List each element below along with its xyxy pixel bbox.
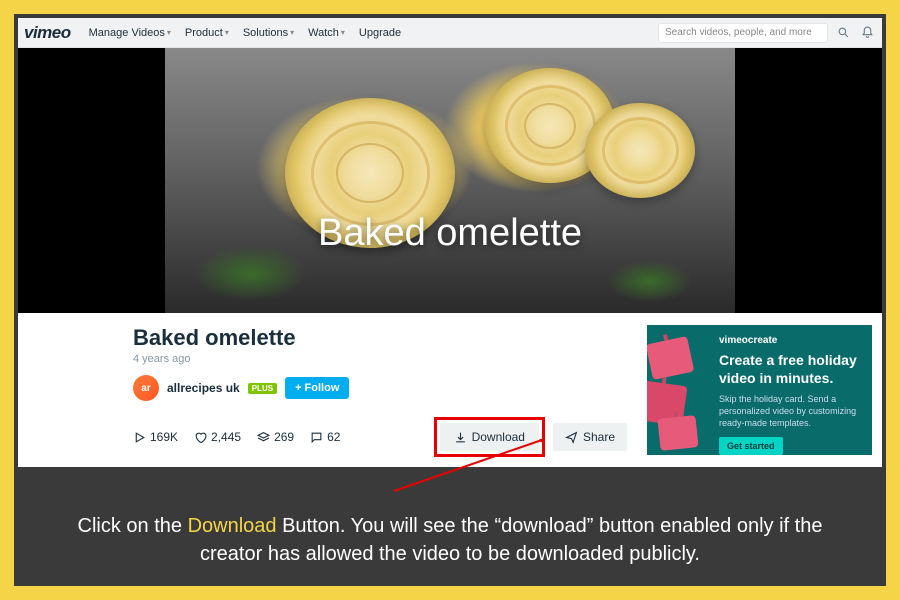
channel-row: ar allrecipes uk PLUS + Follow	[133, 375, 627, 401]
plus-badge: PLUS	[248, 383, 277, 394]
search-placeholder: Search videos, people, and more	[665, 27, 812, 38]
top-nav-bar: vimeo Manage Videos▾ Product▾ Solutions▾…	[18, 18, 882, 48]
channel-avatar[interactable]: ar	[133, 375, 159, 401]
annotation-arrow-icon	[384, 439, 544, 499]
tutorial-caption-area: Click on the Download Button. You will s…	[14, 467, 886, 586]
nav-label: Solutions	[243, 27, 288, 39]
gift-icon	[657, 415, 698, 451]
promo-cta-button[interactable]: Get started	[719, 437, 783, 455]
tutorial-frame: vimeo Manage Videos▾ Product▾ Solutions▾…	[0, 0, 900, 600]
nav-label: Product	[185, 27, 223, 39]
topbar-right: Search videos, people, and more	[658, 23, 876, 43]
nav-manage-videos[interactable]: Manage Videos▾	[89, 27, 171, 39]
tutorial-caption: Click on the Download Button. You will s…	[54, 512, 846, 568]
video-overlay-title: Baked omelette	[165, 212, 735, 255]
stat-collections[interactable]: 269	[257, 430, 294, 444]
nav-watch[interactable]: Watch▾	[308, 27, 345, 39]
gift-icon	[647, 336, 694, 380]
stats-row: 169K 2,445 269 62	[133, 417, 627, 457]
stat-value: 62	[327, 430, 340, 444]
bell-icon[interactable]	[858, 24, 876, 42]
meta-column: Baked omelette 4 years ago ar allrecipes…	[18, 325, 647, 457]
nav-product[interactable]: Product▾	[185, 27, 229, 39]
stat-value: 169K	[150, 430, 178, 444]
main-nav: Manage Videos▾ Product▾ Solutions▾ Watch…	[89, 27, 401, 39]
stat-comments[interactable]: 62	[310, 430, 340, 444]
layers-icon	[257, 431, 270, 444]
stat-likes[interactable]: 2,445	[194, 430, 241, 444]
video-title: Baked omelette	[133, 325, 627, 351]
heart-icon	[194, 431, 207, 444]
nav-label: Upgrade	[359, 27, 401, 39]
video-player[interactable]: Baked omelette	[18, 48, 882, 313]
search-input[interactable]: Search videos, people, and more	[658, 23, 828, 43]
nav-upgrade[interactable]: Upgrade	[359, 27, 401, 39]
share-button[interactable]: Share	[553, 423, 627, 451]
stat-plays[interactable]: 169K	[133, 430, 178, 444]
promo-body: Skip the holiday card. Send a personaliz…	[719, 393, 860, 429]
promo-headline: Create a free holiday video in minutes.	[719, 352, 860, 387]
food-roll	[585, 103, 695, 198]
stat-value: 269	[274, 430, 294, 444]
nav-label: Manage Videos	[89, 27, 165, 39]
caption-pre: Click on the	[78, 515, 188, 537]
share-label: Share	[583, 430, 615, 444]
caption-highlight: Download	[188, 515, 277, 537]
video-thumbnail: Baked omelette	[165, 48, 735, 313]
play-icon	[133, 431, 146, 444]
follow-button[interactable]: + Follow	[285, 377, 349, 399]
channel-name[interactable]: allrecipes uk	[167, 381, 240, 395]
promo-art	[647, 335, 709, 445]
chevron-down-icon: ▾	[167, 28, 171, 37]
nav-label: Watch	[308, 27, 339, 39]
promo-banner[interactable]: vimeocreate Create a free holiday video …	[647, 325, 872, 455]
share-icon	[565, 431, 578, 444]
video-age: 4 years ago	[133, 353, 627, 365]
stat-value: 2,445	[211, 430, 241, 444]
vimeo-logo[interactable]: vimeo	[24, 23, 71, 43]
promo-brand: vimeocreate	[719, 335, 860, 346]
caption-post: Button. You will see the “download” butt…	[200, 515, 822, 565]
chevron-down-icon: ▾	[341, 28, 345, 37]
nav-solutions[interactable]: Solutions▾	[243, 27, 294, 39]
search-icon[interactable]	[834, 24, 852, 42]
dark-frame: vimeo Manage Videos▾ Product▾ Solutions▾…	[14, 14, 886, 586]
chevron-down-icon: ▾	[225, 28, 229, 37]
browser-chrome: vimeo Manage Videos▾ Product▾ Solutions▾…	[18, 18, 882, 48]
comment-icon	[310, 431, 323, 444]
chevron-down-icon: ▾	[290, 28, 294, 37]
